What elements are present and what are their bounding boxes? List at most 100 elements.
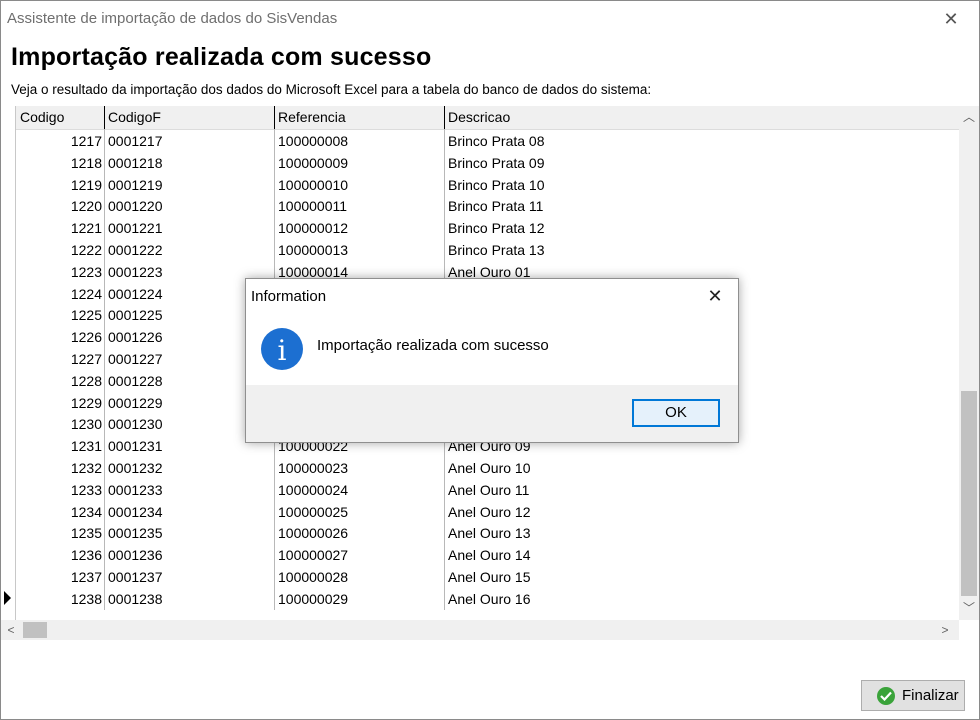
table-row[interactable]: 1234 0001234 100000025 Anel Ouro 12 [16,501,960,523]
cell-codigof[interactable]: 0001221 [108,217,163,239]
cell-codigo[interactable]: 1237 [16,566,102,588]
cell-referencia[interactable]: 100000023 [278,457,348,479]
vertical-scrollbar[interactable]: ︿ ﹀ [959,106,979,620]
cell-codigof[interactable]: 0001235 [108,522,163,544]
cell-codigo[interactable]: 1218 [16,152,102,174]
cell-referencia[interactable]: 100000029 [278,588,348,610]
cell-codigof[interactable]: 0001224 [108,283,163,305]
cell-codigo[interactable]: 1238 [16,588,102,610]
cell-referencia[interactable]: 100000027 [278,544,348,566]
cell-referencia[interactable]: 100000012 [278,217,348,239]
scroll-left-icon[interactable]: < [1,620,21,640]
cell-codigof[interactable]: 0001227 [108,348,163,370]
cell-descricao[interactable]: Anel Ouro 12 [448,501,531,523]
column-header-codigof[interactable]: CodigoF [104,106,274,129]
cell-codigof[interactable]: 0001226 [108,326,163,348]
cell-codigof[interactable]: 0001231 [108,435,163,457]
cell-codigof[interactable]: 0001238 [108,588,163,610]
cell-codigo[interactable]: 1217 [16,130,102,152]
cell-codigof[interactable]: 0001233 [108,479,163,501]
cell-descricao[interactable]: Anel Ouro 10 [448,457,531,479]
cell-codigo[interactable]: 1220 [16,195,102,217]
cell-codigo[interactable]: 1219 [16,174,102,196]
cell-codigof[interactable]: 0001218 [108,152,163,174]
cell-referencia[interactable]: 100000026 [278,522,348,544]
table-row[interactable]: 1237 0001237 100000028 Anel Ouro 15 [16,566,960,588]
table-row[interactable]: 1233 0001233 100000024 Anel Ouro 11 [16,479,960,501]
cell-referencia[interactable]: 100000013 [278,239,348,261]
cell-referencia[interactable]: 100000009 [278,152,348,174]
cell-codigo[interactable]: 1226 [16,326,102,348]
cell-referencia[interactable]: 100000025 [278,501,348,523]
window-close-icon[interactable]: ✕ [937,7,965,31]
cell-codigo[interactable]: 1227 [16,348,102,370]
cell-codigof[interactable]: 0001236 [108,544,163,566]
table-row[interactable]: 1232 0001232 100000023 Anel Ouro 10 [16,457,960,479]
cell-descricao[interactable]: Anel Ouro 15 [448,566,531,588]
horizontal-scrollbar[interactable]: < > [1,620,959,640]
cell-codigo[interactable]: 1235 [16,522,102,544]
table-row[interactable]: 1217 0001217 100000008 Brinco Prata 08 [16,130,960,152]
table-row[interactable]: 1220 0001220 100000011 Brinco Prata 11 [16,195,960,217]
cell-referencia[interactable]: 100000011 [278,195,347,217]
horizontal-scroll-thumb[interactable] [23,622,47,638]
cell-codigo[interactable]: 1223 [16,261,102,283]
cell-codigof[interactable]: 0001230 [108,413,163,435]
cell-codigof[interactable]: 0001237 [108,566,163,588]
cell-descricao[interactable]: Anel Ouro 13 [448,522,531,544]
cell-codigo[interactable]: 1236 [16,544,102,566]
scroll-up-icon[interactable]: ︿ [959,108,979,126]
cell-codigof[interactable]: 0001229 [108,392,163,414]
cell-codigo[interactable]: 1231 [16,435,102,457]
table-row[interactable]: 1219 0001219 100000010 Brinco Prata 10 [16,174,960,196]
cell-codigo[interactable]: 1233 [16,479,102,501]
cell-codigof[interactable]: 0001219 [108,174,163,196]
cell-referencia[interactable]: 100000024 [278,479,348,501]
table-row[interactable]: 1222 0001222 100000013 Brinco Prata 13 [16,239,960,261]
column-header-referencia[interactable]: Referencia [274,106,444,129]
cell-descricao[interactable]: Brinco Prata 08 [448,130,545,152]
cell-codigo[interactable]: 1228 [16,370,102,392]
cell-descricao[interactable]: Brinco Prata 09 [448,152,545,174]
cell-codigo[interactable]: 1222 [16,239,102,261]
cell-codigo[interactable]: 1234 [16,501,102,523]
cell-codigo[interactable]: 1230 [16,413,102,435]
finalizar-button[interactable]: Finalizar [861,680,965,711]
table-row[interactable]: 1236 0001236 100000027 Anel Ouro 14 [16,544,960,566]
column-header-codigo[interactable]: Codigo [16,106,104,129]
cell-descricao[interactable]: Brinco Prata 13 [448,239,545,261]
cell-codigof[interactable]: 0001225 [108,304,163,326]
ok-button[interactable]: OK [632,399,720,427]
table-row[interactable]: 1235 0001235 100000026 Anel Ouro 13 [16,522,960,544]
cell-descricao[interactable]: Anel Ouro 16 [448,588,531,610]
table-row[interactable]: 1238 0001238 100000029 Anel Ouro 16 [16,588,960,610]
cell-codigo[interactable]: 1229 [16,392,102,414]
cell-codigof[interactable]: 0001223 [108,261,163,283]
cell-descricao[interactable]: Anel Ouro 11 [448,479,529,501]
cell-referencia[interactable]: 100000028 [278,566,348,588]
cell-descricao[interactable]: Brinco Prata 11 [448,195,543,217]
cell-codigof[interactable]: 0001234 [108,501,163,523]
cell-codigof[interactable]: 0001228 [108,370,163,392]
cell-codigof[interactable]: 0001222 [108,239,163,261]
cell-referencia[interactable]: 100000010 [278,174,348,196]
cell-codigo[interactable]: 1224 [16,283,102,305]
cell-referencia[interactable]: 100000008 [278,130,348,152]
table-row[interactable]: 1218 0001218 100000009 Brinco Prata 09 [16,152,960,174]
cell-codigof[interactable]: 0001232 [108,457,163,479]
cell-codigo[interactable]: 1225 [16,304,102,326]
column-header-descricao[interactable]: Descricao [444,106,960,129]
cell-descricao[interactable]: Brinco Prata 10 [448,174,545,196]
table-row[interactable]: 1221 0001221 100000012 Brinco Prata 12 [16,217,960,239]
dialog-title: Information [251,288,327,305]
dialog-close-icon[interactable]: ✕ [704,285,726,307]
scroll-right-icon[interactable]: > [935,620,955,640]
vertical-scroll-thumb[interactable] [961,391,977,596]
cell-descricao[interactable]: Anel Ouro 14 [448,544,531,566]
cell-codigof[interactable]: 0001220 [108,195,163,217]
cell-codigo[interactable]: 1232 [16,457,102,479]
cell-codigo[interactable]: 1221 [16,217,102,239]
scroll-down-icon[interactable]: ﹀ [959,599,979,617]
cell-descricao[interactable]: Brinco Prata 12 [448,217,545,239]
cell-codigof[interactable]: 0001217 [108,130,163,152]
